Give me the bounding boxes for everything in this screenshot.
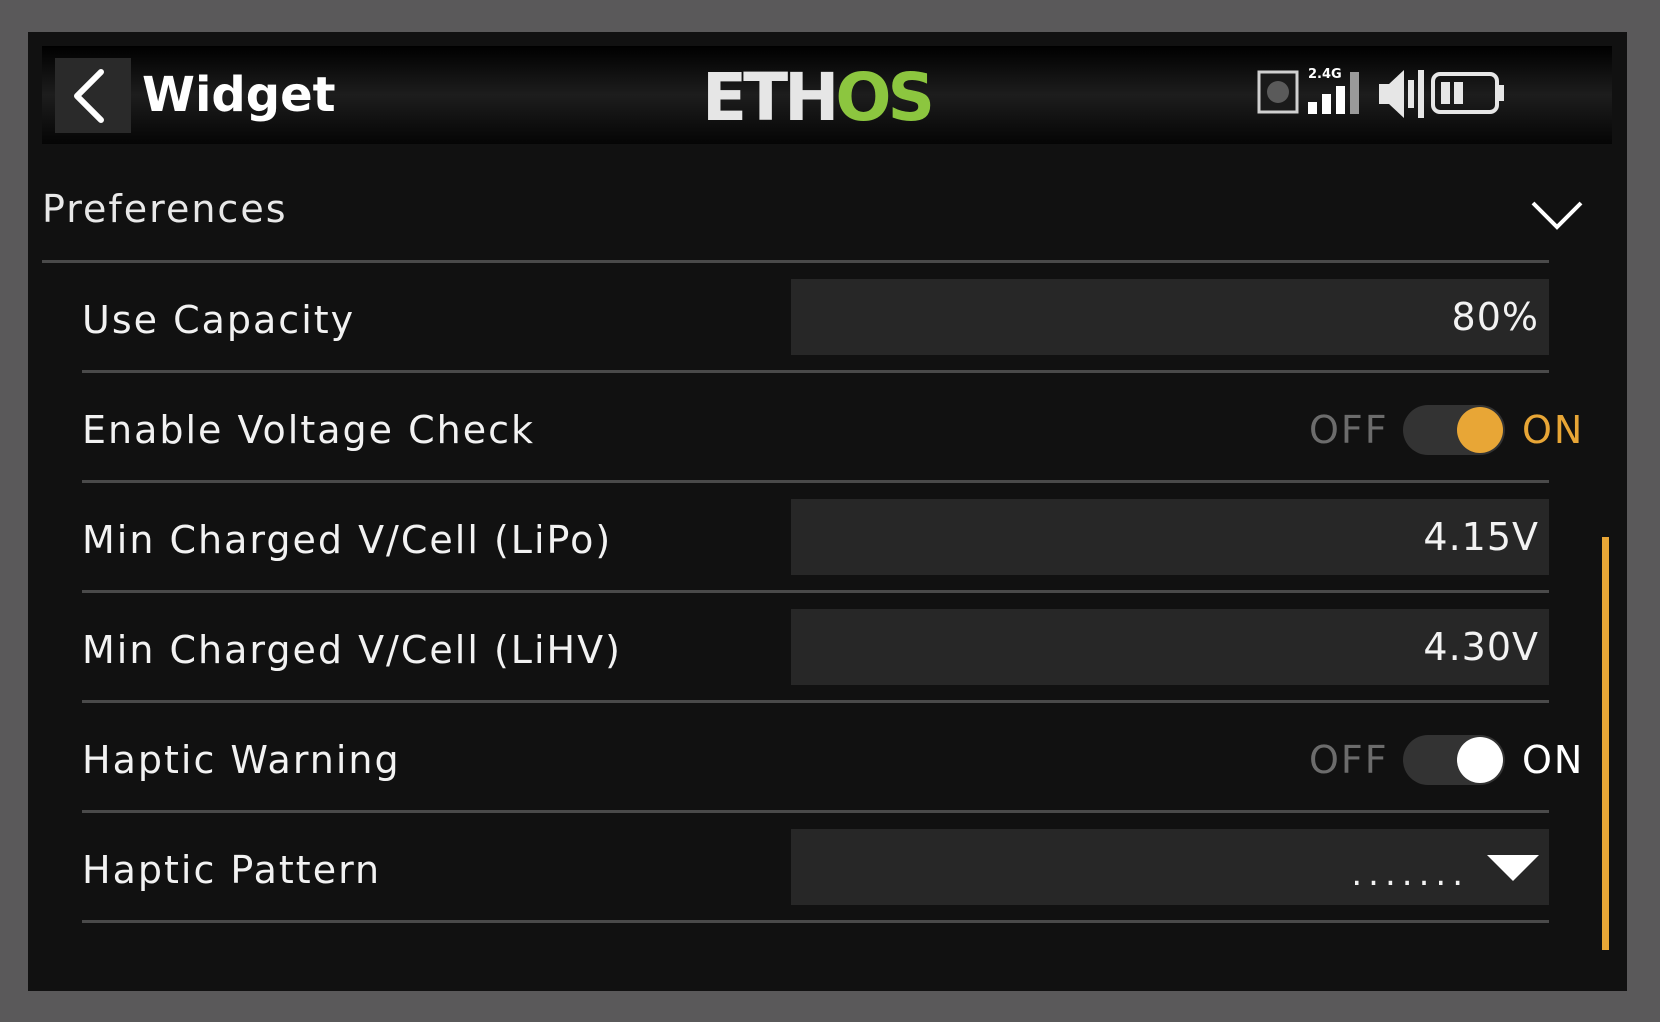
use-capacity-field[interactable]: 80% (791, 279, 1549, 355)
page-title: Widget (142, 67, 336, 123)
toggle-knob (1457, 407, 1503, 453)
toggle-off-label: OFF (1309, 738, 1389, 782)
battery-icon (1431, 72, 1504, 114)
haptic-pattern-value: ....... (1351, 854, 1469, 894)
row-divider (82, 700, 1549, 703)
section-divider (42, 260, 1549, 263)
min-charged-lipo-label: Min Charged V/Cell (LiPo) (82, 518, 613, 562)
speaker-icon (1379, 70, 1424, 118)
row-divider (82, 920, 1549, 923)
haptic-pattern-dropdown[interactable]: ....... (791, 829, 1549, 905)
min-charged-lihv-label: Min Charged V/Cell (LiHV) (82, 628, 622, 672)
status-icons: 2.4G (1256, 64, 1516, 126)
use-capacity-label: Use Capacity (82, 298, 356, 342)
scrollbar[interactable] (1602, 537, 1609, 950)
toggle-track[interactable] (1403, 405, 1505, 455)
chevron-down-icon[interactable] (1530, 200, 1584, 230)
record-icon (1257, 70, 1299, 114)
min-charged-lipo-value: 4.15V (1423, 515, 1539, 559)
section-preferences-title[interactable]: Preferences (42, 184, 288, 234)
toggle-on-label: ON (1522, 738, 1585, 782)
haptic-warning-label: Haptic Warning (82, 738, 401, 782)
enable-voltage-check-label: Enable Voltage Check (82, 408, 536, 452)
min-charged-lihv-value: 4.30V (1423, 625, 1539, 669)
row-divider (82, 590, 1549, 593)
svg-text:2.4G: 2.4G (1308, 67, 1342, 82)
toggle-track[interactable] (1403, 735, 1505, 785)
toggle-on-label: ON (1522, 408, 1585, 452)
use-capacity-value: 80% (1451, 295, 1539, 339)
header-bar: Widget ETHOS 2.4G (42, 46, 1612, 144)
haptic-pattern-label: Haptic Pattern (82, 848, 382, 892)
min-charged-lihv-field[interactable]: 4.30V (791, 609, 1549, 685)
signal-bars-icon: 2.4G (1308, 67, 1359, 114)
back-arrow-icon (74, 69, 104, 123)
toggle-off-label: OFF (1309, 408, 1389, 452)
back-button[interactable] (55, 58, 131, 133)
dropdown-triangle-icon (1487, 855, 1539, 881)
screen: Widget ETHOS 2.4G Preferences Use Capaci… (28, 32, 1627, 991)
row-divider (82, 370, 1549, 373)
min-charged-lipo-field[interactable]: 4.15V (791, 499, 1549, 575)
row-divider (82, 480, 1549, 483)
row-divider (82, 810, 1549, 813)
ethos-logo: ETHOS (702, 59, 935, 136)
toggle-knob (1457, 737, 1503, 783)
